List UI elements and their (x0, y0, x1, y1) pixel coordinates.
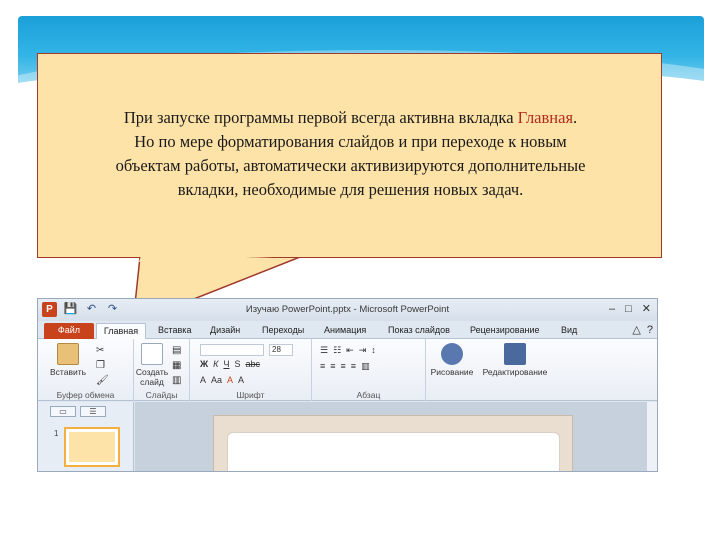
callout-line-1-text: При запуске программы первой всегда акти… (123, 108, 518, 127)
editing-button[interactable]: Редактирование (478, 343, 552, 377)
line-spacing-icon[interactable]: ↕ (371, 345, 376, 356)
format-painter-icon[interactable]: 🖌 (96, 375, 109, 386)
slide-thumbnail[interactable] (64, 427, 120, 467)
tab-home[interactable]: Главная (96, 323, 146, 339)
minimize-button[interactable]: – (609, 302, 615, 316)
bullets-icon[interactable]: ☰ (320, 345, 328, 356)
group-font: 28 Ж К Ч S abc A Aa A A Шрифт (190, 339, 312, 401)
editing-label: Редактирование (482, 367, 548, 377)
tab-view[interactable]: Вид (561, 323, 577, 339)
drawing-label: Рисование (430, 367, 474, 377)
new-slide-label: Создать слайд (135, 367, 169, 387)
columns-icon[interactable]: ▥ (361, 361, 370, 372)
maximize-button[interactable]: □ (625, 302, 632, 316)
clipboard-icon (57, 343, 79, 365)
ribbon: Вставить ✂ ❐ 🖌 Буфер обмена Создать слай… (38, 339, 657, 401)
group-slides: Создать слайд ▤ ▦ ▥ Слайды (134, 339, 190, 401)
window-controls: – □ ✕ (609, 302, 651, 316)
paragraph-list-row: ☰ ☷ ⇤ ⇥ ↕ (320, 345, 376, 356)
group-clipboard: Вставить ✂ ❐ 🖌 Буфер обмена (38, 339, 134, 401)
italic-button[interactable]: К (213, 359, 218, 369)
underline-button[interactable]: Ч (223, 359, 229, 369)
paragraph-align-row: ≡ ≡ ≡ ≡ ▥ (320, 361, 370, 372)
callout-line-4: вкладки, необходимые для решения новых з… (177, 180, 524, 199)
new-slide-button[interactable]: Создать слайд (134, 343, 170, 387)
group-editing: Редактирование (478, 339, 552, 401)
slides-group-label: Слайды (145, 390, 178, 400)
callout-box: При запуске программы первой всегда акти… (37, 53, 662, 258)
section-icon[interactable]: ▥ (172, 375, 181, 386)
cut-icon[interactable]: ✂ (96, 345, 109, 356)
tab-file[interactable]: Файл (44, 323, 94, 339)
slide-canvas[interactable] (213, 415, 573, 471)
callout-line-1-end: . (573, 108, 578, 127)
font-color-row: A Aa A A (200, 375, 244, 385)
shadow-button[interactable]: S (234, 359, 240, 369)
align-left-icon[interactable]: ≡ (320, 361, 325, 372)
slide-content[interactable] (227, 432, 560, 471)
grow-font-button[interactable]: A (238, 375, 244, 385)
new-slide-icon (141, 343, 163, 365)
paragraph-group-label: Абзац (356, 390, 381, 400)
title-bar: P 💾 ↶ ↷ Изучаю PowerPoint.pptx - Microso… (38, 299, 657, 321)
reset-icon[interactable]: ▦ (172, 360, 181, 371)
window-title: Изучаю PowerPoint.pptx - Microsoft Power… (245, 304, 450, 315)
help-icon[interactable]: ? (647, 323, 653, 337)
tab-insert[interactable]: Вставка (158, 323, 191, 339)
callout-line-3: объектам работы, автоматически активизир… (115, 156, 586, 175)
tab-slideshow[interactable]: Показ слайдов (388, 323, 450, 339)
vertical-scrollbar[interactable] (647, 402, 657, 471)
paste-button[interactable]: Вставить (50, 343, 86, 377)
clipboard-group-label: Буфер обмена (56, 390, 115, 400)
slides-tab[interactable]: ▭ (50, 406, 76, 417)
paste-label: Вставить (50, 367, 87, 377)
outline-tab[interactable]: ☰ (80, 406, 106, 417)
slides-pane: ▭ ☰ 1 (38, 402, 134, 471)
help-area: △ ? (632, 323, 653, 337)
tab-animations[interactable]: Анимация (324, 323, 366, 339)
font-format-row: Ж К Ч S abc (200, 359, 260, 369)
justify-icon[interactable]: ≡ (351, 361, 356, 372)
increase-indent-icon[interactable]: ⇥ (359, 345, 367, 356)
font-selectors: 28 (200, 344, 293, 356)
copy-icon[interactable]: ❐ (96, 360, 109, 371)
slides-tools: ▤ ▦ ▥ (172, 345, 181, 386)
strikethrough-button[interactable]: abc (245, 359, 260, 369)
drawing-button[interactable]: Рисование (426, 343, 478, 377)
collapse-ribbon-icon[interactable]: △ (632, 323, 640, 337)
align-right-icon[interactable]: ≡ (341, 361, 346, 372)
font-color-button[interactable]: A (227, 375, 233, 385)
group-paragraph: ☰ ☷ ⇤ ⇥ ↕ ≡ ≡ ≡ ≡ ▥ Абзац (312, 339, 426, 401)
pane-tabs: ▭ ☰ (50, 406, 106, 417)
ribbon-tabs: Файл Главная Вставка Дизайн Переходы Ани… (38, 321, 657, 339)
font-group-label: Шрифт (236, 390, 265, 400)
slide-work-area (135, 402, 657, 471)
callout-text: При запуске программы первой всегда акти… (44, 106, 657, 202)
clipboard-tools: ✂ ❐ 🖌 (96, 345, 109, 386)
powerpoint-window: P 💾 ↶ ↷ Изучаю PowerPoint.pptx - Microso… (37, 298, 658, 472)
close-button[interactable]: ✕ (642, 302, 651, 316)
thumbnail-content (69, 432, 115, 462)
slide-number: 1 (54, 429, 59, 438)
align-center-icon[interactable]: ≡ (330, 361, 335, 372)
clear-format-button[interactable]: A (200, 375, 206, 385)
font-size-select[interactable]: 28 (269, 344, 293, 356)
numbering-icon[interactable]: ☷ (333, 345, 341, 356)
font-name-select[interactable] (200, 344, 264, 356)
callout-highlight: Главная (517, 108, 574, 127)
bold-button[interactable]: Ж (200, 359, 208, 369)
shapes-icon (441, 343, 463, 365)
tab-transitions[interactable]: Переходы (262, 323, 304, 339)
callout-line-2: Но по мере форматирования слайдов и при … (134, 132, 567, 151)
decrease-indent-icon[interactable]: ⇤ (346, 345, 354, 356)
group-drawing: Рисование (426, 339, 478, 401)
tab-review[interactable]: Рецензирование (470, 323, 540, 339)
callout-line-1: При запуске программы первой всегда акти… (44, 106, 657, 130)
layout-icon[interactable]: ▤ (172, 345, 181, 356)
change-case-button[interactable]: Aa (211, 375, 222, 385)
tab-design[interactable]: Дизайн (210, 323, 240, 339)
binoculars-icon (504, 343, 526, 365)
